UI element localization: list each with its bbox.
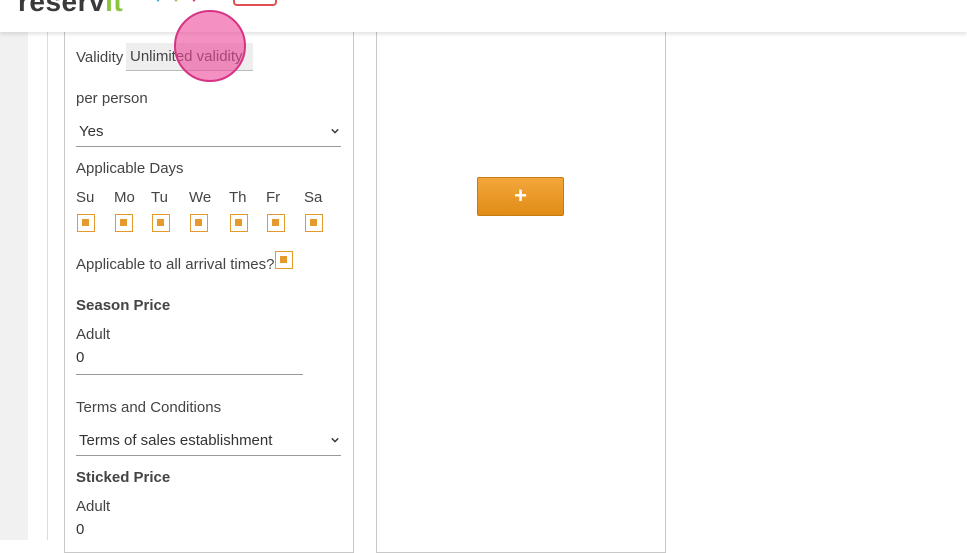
- day-label-sa: Sa: [304, 189, 323, 206]
- logo-accent: it: [105, 0, 124, 17]
- logo-text: reserv: [18, 0, 106, 17]
- checkbox-tu[interactable]: [152, 214, 170, 232]
- sticked-adult-value: 0: [76, 521, 85, 538]
- day-label-we: We: [189, 189, 212, 206]
- checkbox-su[interactable]: [77, 214, 95, 232]
- sticked-price-heading: Sticked Price: [76, 469, 171, 486]
- season-adult-price-input[interactable]: 0: [76, 349, 303, 375]
- day-label-tu: Tu: [151, 189, 168, 206]
- day-label-th: Th: [229, 189, 247, 206]
- validity-label: Validity: [76, 49, 124, 66]
- top-header: reservit: [0, 0, 967, 32]
- chevron-down-icon: [331, 128, 339, 134]
- checkbox-sa[interactable]: [305, 214, 323, 232]
- season-price-heading: Season Price: [76, 297, 171, 314]
- gutter-divider: [47, 32, 48, 540]
- season-adult-label: Adult: [76, 326, 111, 343]
- checkbox-mo[interactable]: [115, 214, 133, 232]
- day-label-su: Su: [76, 189, 95, 206]
- per-person-label: per person: [76, 90, 148, 107]
- checkbox-th[interactable]: [230, 214, 248, 232]
- day-label-fr: Fr: [266, 189, 281, 206]
- terms-value: Terms of sales establishment: [79, 432, 273, 449]
- left-gutter: [0, 32, 28, 540]
- season-adult-value: 0: [76, 349, 85, 366]
- applicable-days-label: Applicable Days: [76, 160, 184, 177]
- click-indicator: [174, 10, 246, 82]
- checkbox-all-arrival-times[interactable]: [275, 251, 293, 269]
- add-rate-panel: [376, 32, 666, 553]
- sticked-adult-label: Adult: [76, 498, 111, 515]
- logo[interactable]: reservit: [18, 0, 123, 18]
- chevron-down-icon: [331, 437, 339, 443]
- logo-hearts-icon: [156, 0, 196, 2]
- add-rate-button[interactable]: +: [477, 177, 564, 216]
- arrival-times-label: Applicable to all arrival times?: [76, 256, 275, 273]
- terms-select[interactable]: Terms of sales establishment: [76, 426, 341, 456]
- per-person-select[interactable]: Yes: [76, 117, 341, 147]
- sticked-adult-price-input[interactable]: 0: [76, 521, 303, 547]
- checkbox-fr[interactable]: [267, 214, 285, 232]
- checkbox-we[interactable]: [190, 214, 208, 232]
- logo-badge: [233, 0, 277, 6]
- day-label-mo: Mo: [114, 189, 135, 206]
- per-person-value: Yes: [79, 123, 104, 140]
- terms-label: Terms and Conditions: [76, 399, 222, 416]
